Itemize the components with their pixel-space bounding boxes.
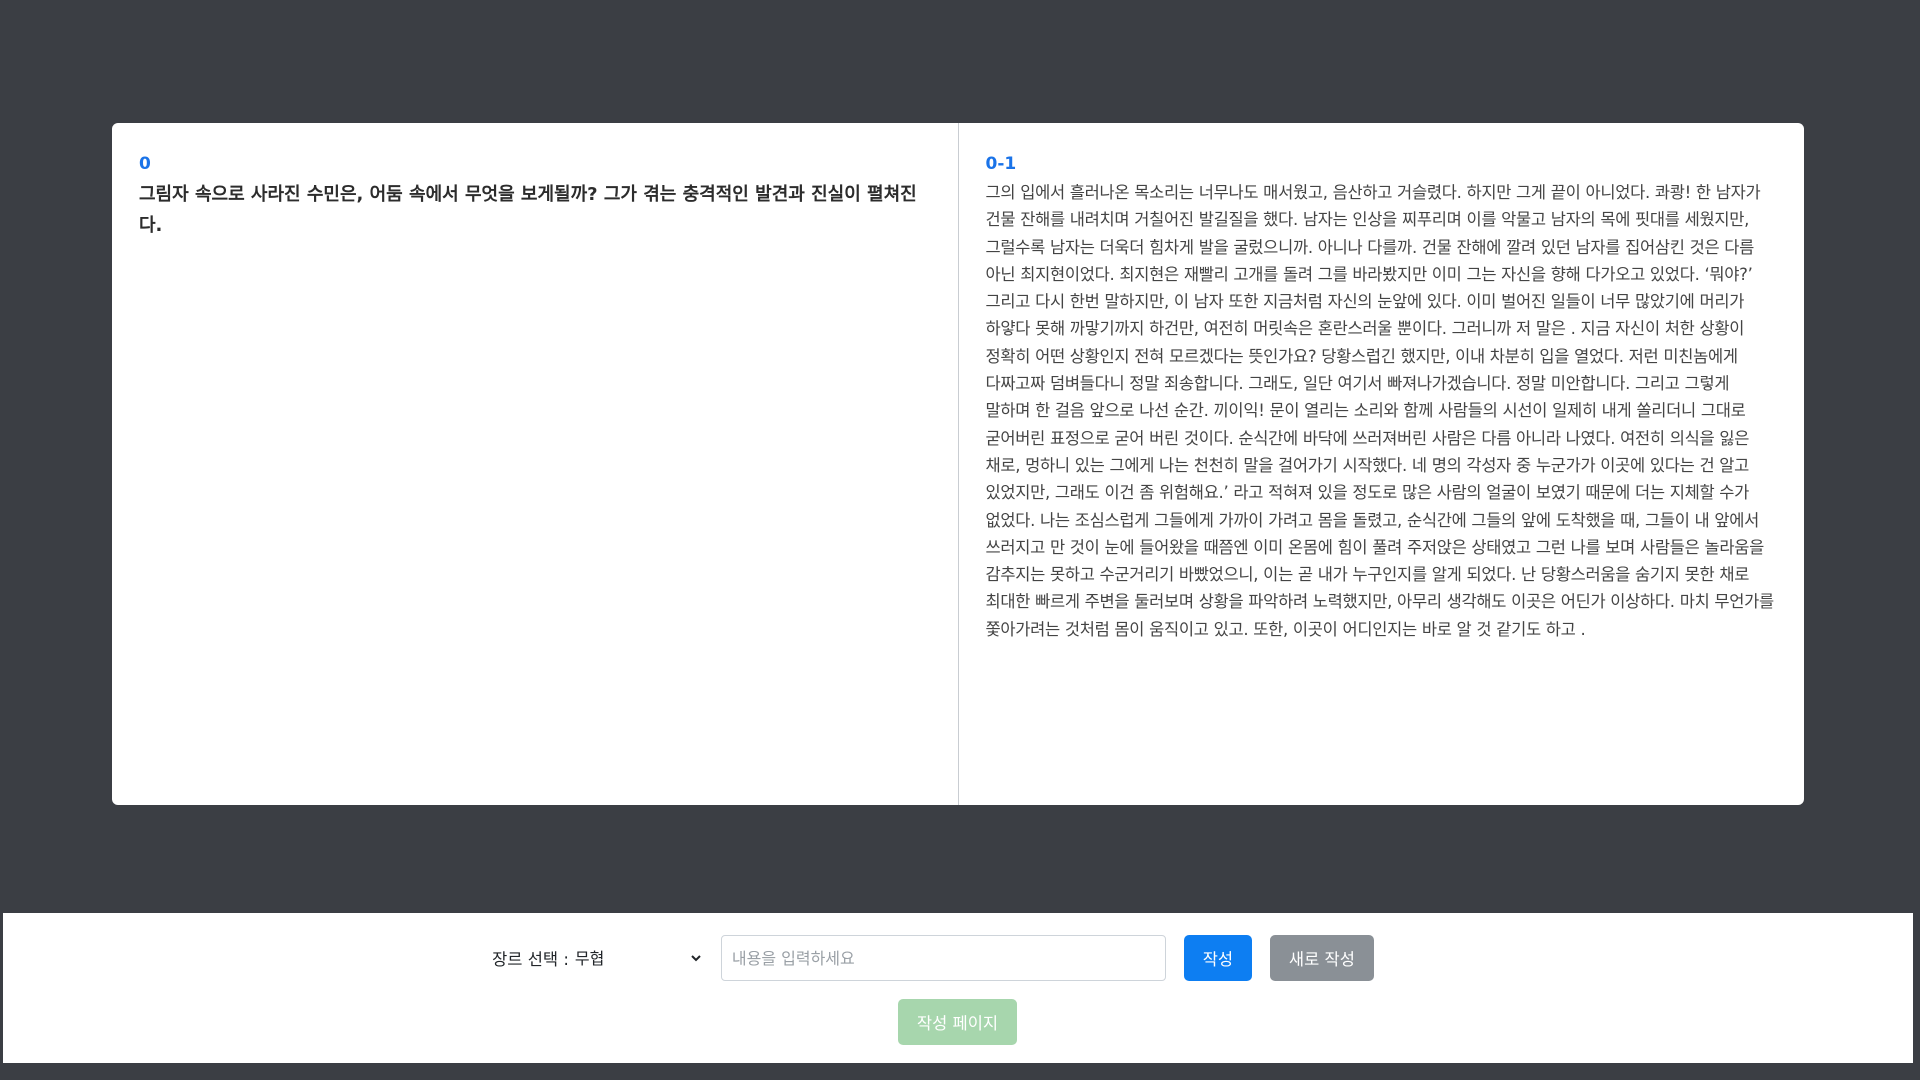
new-write-button[interactable]: 새로 작성 (1269, 935, 1374, 981)
book-viewer: 0 그림자 속으로 사라진 수민은, 어둠 속에서 무엇을 보게될까? 그가 겪… (112, 123, 1804, 805)
page-label: 0 (139, 154, 151, 174)
write-button[interactable]: 작성 (1183, 935, 1252, 981)
content-input[interactable] (720, 935, 1166, 981)
genre-select[interactable]: 무협 (568, 945, 704, 971)
input-row: 장르 선택 : 무협 작성 새로 작성 (3, 935, 1913, 981)
page-label: 0-1 (985, 154, 1017, 174)
prompt-text: 그림자 속으로 사라진 수민은, 어둠 속에서 무엇을 보게될까? 그가 겪는 … (139, 184, 917, 236)
control-panel: 장르 선택 : 무협 작성 새로 작성 작성 페이지 (3, 913, 1913, 1063)
genre-label: 장르 선택 : (492, 950, 569, 969)
story-text: 그의 입에서 흘러나온 목소리는 너무나도 매서웠고, 음산하고 거슬렸다. 하… (985, 183, 1775, 639)
left-page: 0 그림자 속으로 사라진 수민은, 어둠 속에서 무엇을 보게될까? 그가 겪… (112, 123, 959, 805)
right-page: 0-1 그의 입에서 흘러나온 목소리는 너무나도 매서웠고, 음산하고 거슬렸… (959, 123, 1805, 805)
genre-selector: 장르 선택 : 무협 (492, 945, 704, 971)
write-page-button[interactable]: 작성 페이지 (898, 999, 1017, 1045)
